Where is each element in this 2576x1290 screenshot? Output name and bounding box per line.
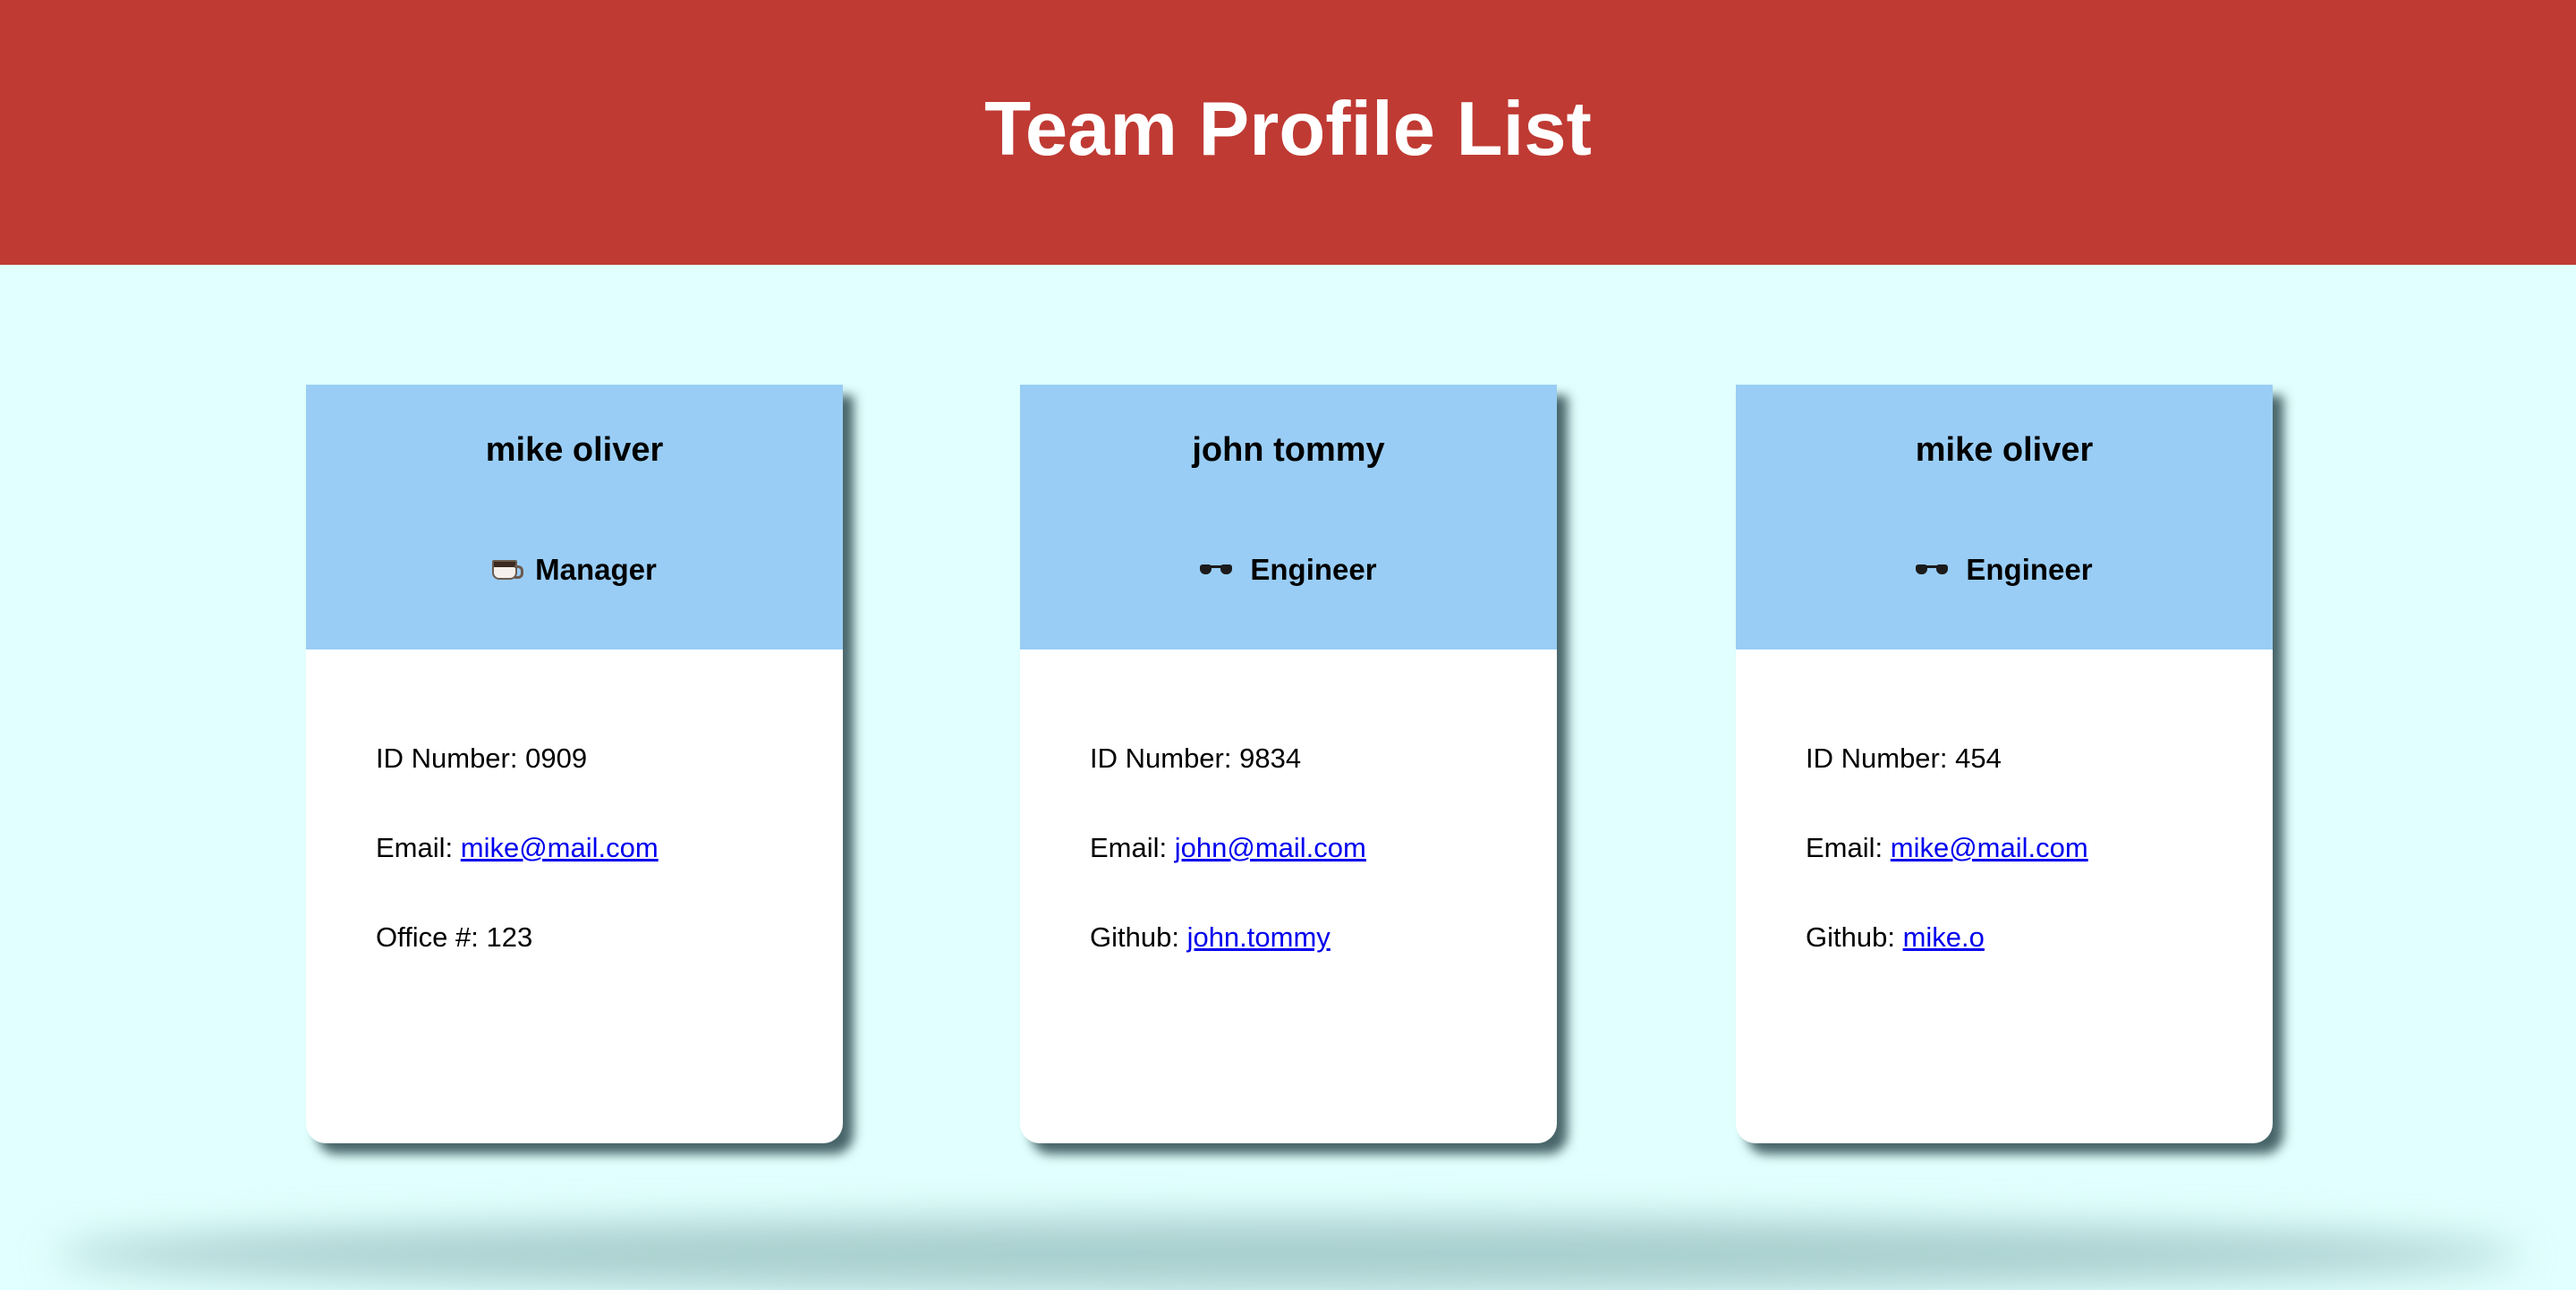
id-label: ID Number:: [1806, 743, 1956, 774]
page-title: Team Profile List: [984, 87, 1592, 172]
office-label: Office #:: [376, 921, 487, 953]
card-header: mike oliver Manager: [306, 385, 843, 649]
card-header: john tommy Engineer: [1020, 385, 1557, 649]
role-label: Manager: [535, 553, 657, 586]
id-label: ID Number:: [1090, 743, 1240, 774]
email-line: Email: john@mail.com: [1090, 832, 1366, 864]
id-number: ID Number: 454: [1806, 743, 2002, 775]
id-number: ID Number: 0909: [376, 743, 587, 775]
github-link[interactable]: john.tommy: [1187, 921, 1331, 953]
id-value: 9834: [1239, 743, 1302, 774]
card-header: mike oliver Engineer: [1736, 385, 2273, 649]
email-line: Email: mike@mail.com: [1806, 832, 2088, 864]
email-label: Email:: [1090, 832, 1175, 863]
employee-name: mike oliver: [1915, 431, 2094, 469]
employee-role: Engineer: [1736, 553, 2273, 587]
bottom-shadow: [54, 1218, 2522, 1290]
role-label: Engineer: [1966, 553, 2093, 586]
email-line: Email: mike@mail.com: [376, 832, 659, 864]
role-label: Engineer: [1250, 553, 1377, 586]
github-label: Github:: [1806, 921, 1903, 953]
id-value: 454: [1955, 743, 2002, 774]
github-label: Github:: [1090, 921, 1187, 953]
employee-card-engineer: john tommy Engineer ID Number: 9834 Emai…: [1020, 385, 1557, 1143]
id-value: 0909: [525, 743, 588, 774]
email-link[interactable]: john@mail.com: [1175, 832, 1366, 863]
email-link[interactable]: mike@mail.com: [1891, 832, 2088, 863]
email-label: Email:: [376, 832, 461, 863]
employee-card-manager: mike oliver Manager ID Number: 0909 Emai…: [306, 385, 843, 1143]
github-line: Github: john.tommy: [1090, 921, 1331, 954]
github-link[interactable]: mike.o: [1903, 921, 1985, 953]
id-number: ID Number: 9834: [1090, 743, 1301, 775]
employee-role: Engineer: [1020, 553, 1557, 587]
employee-role: Manager: [306, 553, 843, 587]
email-link[interactable]: mike@mail.com: [461, 832, 659, 863]
glasses-icon: [1916, 563, 1949, 577]
email-label: Email:: [1806, 832, 1891, 863]
glasses-icon: [1200, 563, 1233, 577]
office-value: 123: [486, 921, 533, 953]
office-number: Office #: 123: [376, 921, 532, 954]
employee-name: john tommy: [1192, 431, 1385, 469]
employee-name: mike oliver: [485, 431, 664, 469]
github-line: Github: mike.o: [1806, 921, 1985, 954]
employee-card-engineer: mike oliver Engineer ID Number: 454 Emai…: [1736, 385, 2273, 1143]
coffee-icon: [492, 560, 524, 580]
page-header: Team Profile List: [0, 0, 2576, 265]
id-label: ID Number:: [376, 743, 526, 774]
